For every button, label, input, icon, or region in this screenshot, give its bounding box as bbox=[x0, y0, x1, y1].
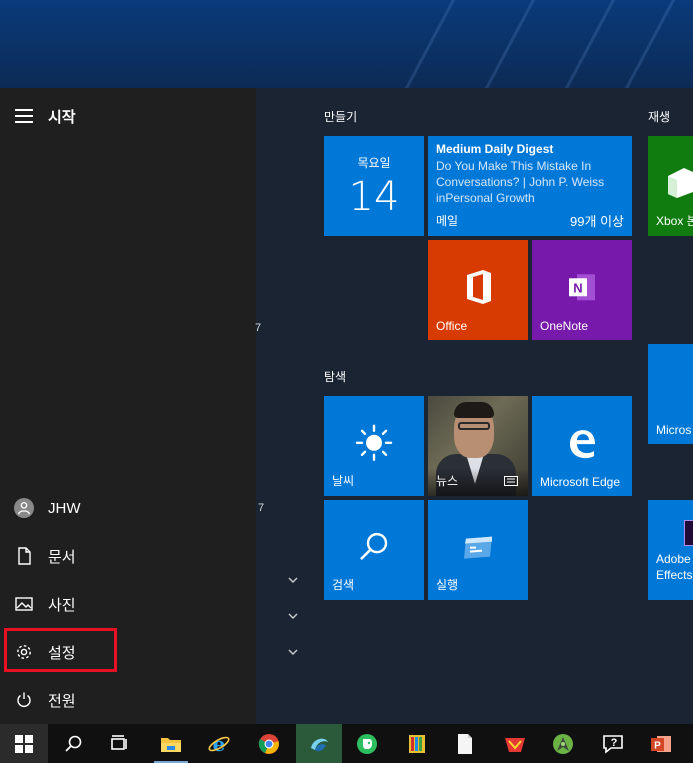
mail-preview: Do You Make This Mistake In Conversation… bbox=[436, 159, 605, 205]
tile-microsoft-partial[interactable]: Micros bbox=[648, 344, 693, 444]
xbox-icon bbox=[668, 168, 693, 198]
tile-label: 실행 bbox=[436, 578, 459, 592]
svg-text:N: N bbox=[573, 280, 582, 295]
user-account[interactable]: JHW bbox=[0, 486, 256, 530]
tile-label: 날씨 bbox=[332, 474, 355, 488]
svg-text:P: P bbox=[654, 740, 661, 751]
file-explorer-icon[interactable] bbox=[148, 724, 194, 763]
stray-text: 7 bbox=[255, 322, 262, 334]
windows-start-icon[interactable] bbox=[0, 724, 48, 763]
color-palette-icon[interactable] bbox=[394, 724, 440, 763]
rail-item-label: 문서 bbox=[48, 548, 76, 566]
search-icon bbox=[360, 532, 388, 561]
tile-news[interactable]: 뉴스 bbox=[428, 396, 528, 496]
document-icon bbox=[0, 534, 48, 578]
rail-item-power[interactable]: 전원 bbox=[0, 678, 256, 722]
app-icon[interactable] bbox=[296, 724, 342, 763]
tile-label: 검색 bbox=[332, 578, 355, 592]
tile-label: Xbox 본 bbox=[656, 214, 693, 228]
tile-label: OneNote bbox=[540, 319, 589, 333]
tile-mail[interactable]: Medium Daily Digest Do You Make This Mis… bbox=[428, 136, 632, 236]
after-effects-icon bbox=[684, 520, 693, 546]
powerpoint-icon[interactable]: P bbox=[638, 724, 684, 763]
avatar bbox=[0, 486, 48, 530]
run-icon bbox=[464, 536, 492, 559]
tile-search[interactable]: 검색 bbox=[324, 500, 424, 600]
chevron-down-icon[interactable] bbox=[287, 576, 299, 584]
android-studio-icon[interactable] bbox=[540, 724, 586, 763]
sun-icon bbox=[355, 424, 393, 461]
mail-app-label: 메일 bbox=[436, 214, 459, 228]
group-label-create[interactable]: 만들기 bbox=[324, 108, 357, 125]
rail-item-label: 전원 bbox=[48, 692, 76, 710]
rail-item-label: 사진 bbox=[48, 596, 76, 614]
evernote-icon[interactable] bbox=[344, 724, 390, 763]
shop-icon[interactable] bbox=[492, 724, 538, 763]
tile-label: Adobe bbox=[656, 552, 691, 566]
group-label-explore[interactable]: 탐색 bbox=[324, 368, 346, 385]
calendar-day-number: 14 bbox=[348, 174, 400, 220]
edge-icon bbox=[570, 430, 595, 459]
internet-explorer-icon[interactable]: e bbox=[196, 724, 242, 763]
chevron-down-icon[interactable] bbox=[287, 612, 299, 620]
task-view-icon[interactable] bbox=[96, 724, 142, 763]
tile-office[interactable]: Office bbox=[428, 240, 528, 340]
help-icon[interactable]: ? bbox=[590, 724, 636, 763]
onenote-icon: N bbox=[569, 274, 595, 301]
tile-run[interactable]: 실행 bbox=[428, 500, 528, 600]
taskbar: e ? P bbox=[0, 724, 693, 763]
tile-label: Effects bbox=[656, 568, 693, 582]
hamburger-menu-icon[interactable] bbox=[0, 98, 48, 134]
svg-text:?: ? bbox=[611, 737, 618, 749]
start-rail: 시작 JHW 문서 사진 설정 전원 bbox=[0, 88, 256, 724]
tile-calendar[interactable]: 목요일 14 bbox=[324, 136, 424, 236]
group-label-play[interactable]: 재생 bbox=[648, 108, 670, 125]
settings-highlight-box bbox=[4, 628, 117, 672]
desktop-wallpaper bbox=[0, 0, 693, 88]
pictures-icon bbox=[0, 582, 48, 626]
office-icon bbox=[467, 269, 491, 304]
tile-onenote[interactable]: N OneNote bbox=[532, 240, 632, 340]
stray-text: 7 bbox=[258, 502, 265, 514]
tile-edge[interactable]: Microsoft Edge bbox=[532, 396, 632, 496]
search-icon[interactable] bbox=[50, 724, 96, 763]
mail-subject: Medium Daily Digest bbox=[436, 142, 554, 156]
tile-label: Microsoft Edge bbox=[540, 475, 621, 489]
tile-adobe-after-effects[interactable]: Adobe Effects bbox=[648, 500, 693, 600]
chrome-icon[interactable] bbox=[246, 724, 292, 763]
calendar-day-name: 목요일 bbox=[357, 156, 391, 170]
tile-label: Micros bbox=[656, 423, 692, 437]
start-header: 시작 bbox=[0, 98, 256, 134]
tile-xbox[interactable]: Xbox 본 bbox=[648, 136, 693, 236]
svg-text:e: e bbox=[213, 732, 226, 756]
mail-count-badge: 99개 이상 bbox=[570, 214, 624, 229]
start-menu: 시작 JHW 문서 사진 설정 전원 7 7 만들기 탐색 재생 목요일 14 … bbox=[0, 88, 693, 724]
rail-item-pictures[interactable]: 사진 bbox=[0, 582, 256, 626]
rail-item-documents[interactable]: 문서 bbox=[0, 534, 256, 578]
power-icon bbox=[0, 678, 48, 722]
user-avatar-icon bbox=[14, 498, 34, 518]
news-icon bbox=[504, 476, 518, 486]
start-title: 시작 bbox=[48, 108, 76, 126]
tile-weather[interactable]: 날씨 bbox=[324, 396, 424, 496]
tile-label: Office bbox=[436, 319, 468, 333]
notepad-icon[interactable] bbox=[442, 724, 488, 763]
tile-label: 뉴스 bbox=[436, 474, 459, 488]
user-name: JHW bbox=[48, 499, 81, 517]
chevron-down-icon[interactable] bbox=[287, 648, 299, 656]
